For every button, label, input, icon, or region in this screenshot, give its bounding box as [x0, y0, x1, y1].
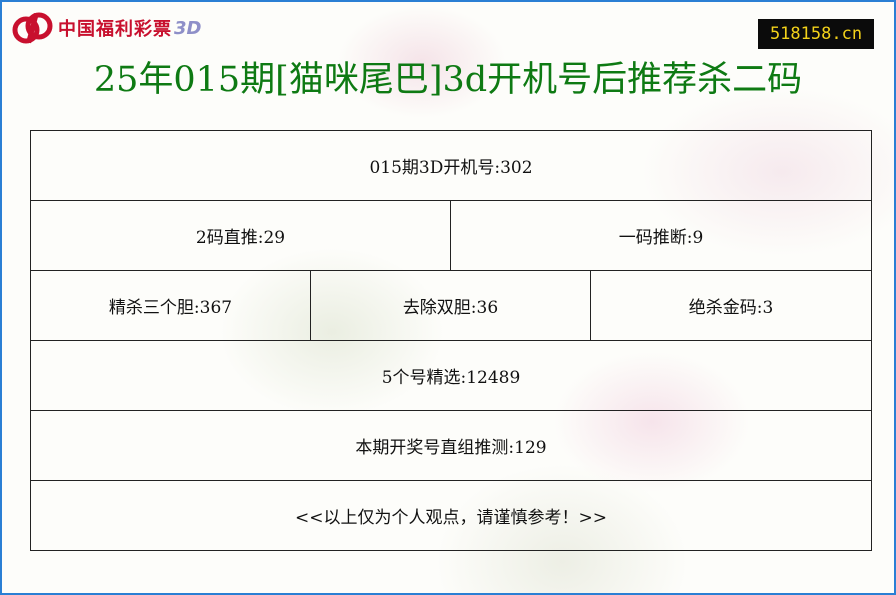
- open-number-cell: 015期3D开机号:302: [29, 130, 873, 201]
- five-pick-cell: 5个号精选:12489: [29, 340, 873, 411]
- remove-double-cell: 去除双胆:36: [310, 270, 591, 341]
- lottery-logo: 中国福利彩票 3D: [12, 10, 201, 46]
- table-row: <<以上仅为个人观点，请谨慎参考！>>: [29, 480, 873, 551]
- one-judge-cell: 一码推断:9: [449, 200, 873, 271]
- welfare-lottery-logo-icon: [12, 12, 53, 44]
- page-title: 25年015期[猫咪尾巴]3d开机号后推荐杀二码: [93, 60, 803, 100]
- kill-gold-cell: 绝杀金码:3: [589, 270, 873, 341]
- table-row: 5个号精选:12489: [29, 340, 873, 411]
- table-row: 015期3D开机号:302: [29, 130, 873, 201]
- table-row: 本期开奖号直组推测:129: [29, 410, 873, 481]
- predict-cell: 本期开奖号直组推测:129: [29, 410, 873, 481]
- prediction-table: 015期3D开机号:302 2码直推:29 一码推断:9 精杀三个胆:367 去…: [29, 130, 873, 551]
- site-badge[interactable]: 518158.cn: [758, 19, 874, 49]
- logo-text: 中国福利彩票: [58, 19, 172, 40]
- table-row: 精杀三个胆:367 去除双胆:36 绝杀金码:3: [30, 270, 873, 341]
- two-direct-cell: 2码直推:29: [30, 200, 451, 271]
- table-row: 2码直推:29 一码推断:9: [30, 200, 873, 271]
- kill-three-cell: 精杀三个胆:367: [30, 270, 311, 341]
- disclaimer-cell: <<以上仅为个人观点，请谨慎参考！>>: [29, 480, 873, 551]
- logo-3d: 3D: [174, 17, 202, 39]
